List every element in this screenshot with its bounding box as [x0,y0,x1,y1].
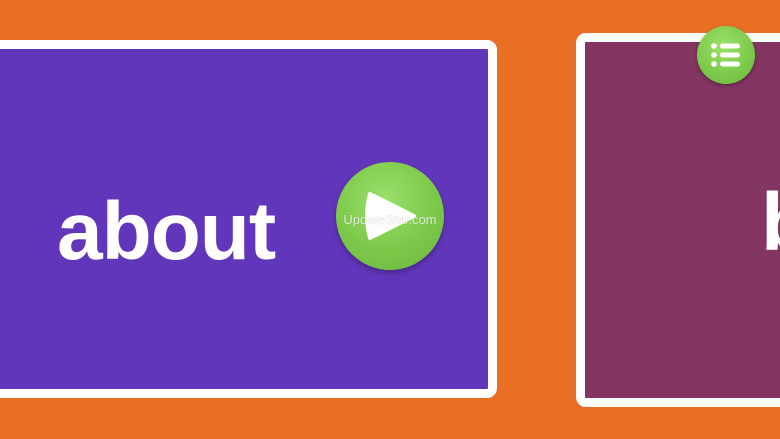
list-icon [711,43,740,67]
watermark-text: UpdateStar.com [343,212,437,227]
next-card-title: b [761,182,780,264]
menu-button[interactable] [697,26,755,84]
about-card-title: about [57,186,276,277]
next-card[interactable]: b [576,33,780,407]
